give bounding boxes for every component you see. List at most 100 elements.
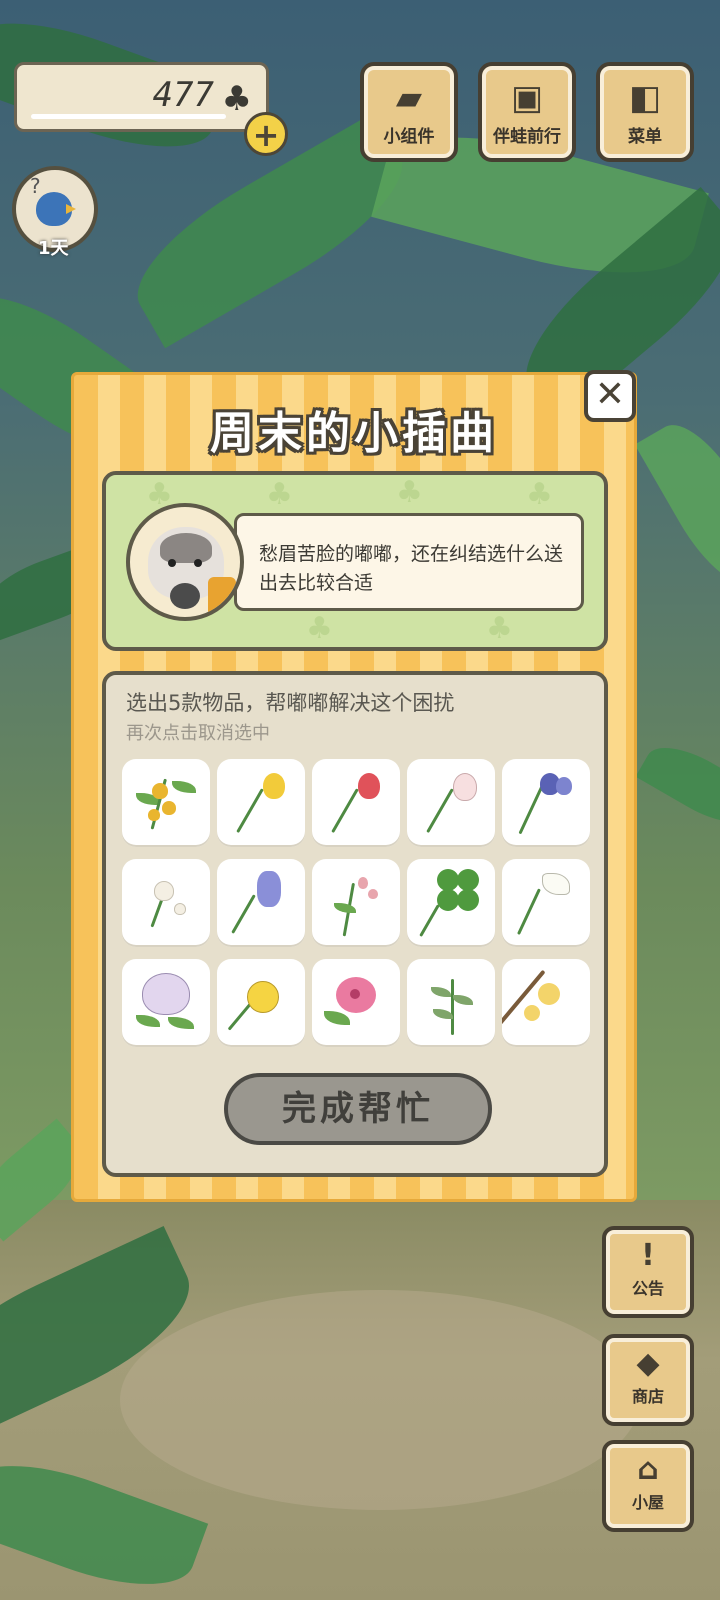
item-selection-panel: 选出5款物品，帮嘟嘟解决这个困扰 再次点击取消选中 完成帮忙: [102, 671, 608, 1177]
item-dandelion[interactable]: [122, 859, 210, 947]
flower-bloom: [152, 783, 168, 799]
clover-pattern-icon: ♣: [306, 611, 333, 646]
flower-bloom: [162, 801, 176, 815]
dialog-title: 周末的小插曲: [210, 408, 498, 459]
item-osmanthus[interactable]: [122, 759, 210, 847]
clover-pattern-icon: ♣: [396, 475, 423, 510]
counter-underline: [31, 114, 226, 119]
flower-bloom: [368, 889, 378, 899]
item-iris[interactable]: [502, 759, 590, 847]
announcement-button[interactable]: ! 公告: [602, 1226, 694, 1318]
item-four-leaf-clover[interactable]: [407, 859, 495, 947]
clover-leaf: [457, 869, 479, 891]
item-hyacinth[interactable]: [217, 859, 305, 947]
shop-button[interactable]: ◆ 商店: [602, 1334, 694, 1426]
clover-icon: ♣: [221, 79, 252, 119]
exclamation-icon: !: [641, 1238, 655, 1273]
house-icon: ⌂: [637, 1452, 659, 1487]
flower-bloom: [453, 773, 477, 801]
flower-bloom: [247, 981, 279, 1013]
leaf-shape: [136, 1015, 160, 1027]
map-icon: ▣: [510, 78, 544, 118]
house-button[interactable]: ⌂ 小屋: [602, 1440, 694, 1532]
clover-pattern-icon: ♣: [486, 611, 513, 646]
flower-bloom: [524, 1005, 540, 1021]
flower-bloom: [154, 881, 174, 901]
finish-help-button[interactable]: 完成帮忙: [224, 1073, 492, 1145]
house-label: 小屋: [631, 1493, 664, 1512]
leaf-shape: [168, 1017, 194, 1029]
question-icon: ?: [30, 174, 41, 198]
bag-icon: ◆: [636, 1346, 660, 1381]
item-wintersweet[interactable]: [502, 959, 590, 1047]
item-yellow-tulip[interactable]: [217, 759, 305, 847]
flower-bloom: [142, 973, 190, 1015]
dirt-path: [120, 1290, 640, 1510]
item-lilac[interactable]: [122, 959, 210, 1047]
stem: [419, 904, 440, 937]
flower-bloom: [538, 983, 560, 1005]
flower-bloom: [257, 871, 281, 907]
menu-icon: ◧: [628, 78, 662, 118]
item-pink-hibiscus[interactable]: [312, 959, 400, 1047]
event-dialog: 周末的小插曲 ♣ ♣ ♣ ♣ ♣ ♣ 愁眉苦脸的嘟嘟，还在纠结选什么送出去比较合…: [71, 372, 637, 1202]
leaf: [635, 733, 720, 837]
item-grid: [122, 759, 592, 1047]
widget-button[interactable]: ▰ 小组件: [360, 62, 458, 162]
widget-button-label: 小组件: [383, 127, 435, 147]
hamster-portrait: [126, 503, 244, 621]
item-lily[interactable]: [502, 859, 590, 947]
hamster-eye: [168, 559, 176, 567]
flower-bloom: [358, 877, 368, 889]
menu-button-label: 菜单: [628, 127, 662, 147]
item-green-herb[interactable]: [407, 959, 495, 1047]
flower-bloom: [556, 777, 572, 795]
flower-bloom: [263, 773, 285, 799]
stem: [517, 888, 541, 935]
add-clover-button[interactable]: +: [244, 112, 288, 156]
item-white-tulip[interactable]: [407, 759, 495, 847]
leaf: [634, 409, 720, 601]
beak: [66, 204, 76, 214]
flower-bloom: [542, 873, 570, 895]
leaf-shape: [172, 781, 196, 793]
clover-pattern-icon: ♣: [266, 477, 293, 512]
flower-bloom: [174, 903, 186, 915]
hamster-fur-patch: [160, 533, 212, 563]
hamster-vest: [208, 577, 236, 617]
shop-label: 商店: [631, 1387, 664, 1406]
item-pink-sprig[interactable]: [312, 859, 400, 947]
leaf-shape: [453, 995, 473, 1005]
stem: [426, 788, 454, 834]
leaf-shape: [334, 903, 356, 913]
leaf-shape: [431, 987, 451, 997]
clover-counter: 477 ♣: [14, 62, 269, 132]
stem: [451, 979, 454, 1035]
clover-leaf: [437, 869, 459, 891]
announcement-label: 公告: [631, 1279, 664, 1298]
instruction-text: 选出5款物品，帮嘟嘟解决这个困扰: [126, 691, 455, 715]
sub-instruction-text: 再次点击取消选中: [126, 723, 270, 744]
stem: [231, 894, 256, 934]
leaf-shape: [324, 1011, 350, 1025]
clover-leaf: [457, 889, 479, 911]
item-red-tulip[interactable]: [312, 759, 400, 847]
menu-button[interactable]: ◧ 菜单: [596, 62, 694, 162]
clover-pattern-icon: ♣: [526, 477, 553, 512]
leaf-shape: [433, 1009, 453, 1019]
clover-leaf: [437, 889, 459, 911]
close-dialog-button[interactable]: ✕: [584, 370, 636, 422]
story-panel: ♣ ♣ ♣ ♣ ♣ ♣ 愁眉苦脸的嘟嘟，还在纠结选什么送出去比较合适: [102, 471, 608, 651]
clover-count: 477: [152, 75, 214, 115]
travel-button[interactable]: ▣ 伴蛙前行: [478, 62, 576, 162]
flower-bloom: [358, 773, 380, 799]
story-text: 愁眉苦脸的嘟嘟，还在纠结选什么送出去比较合适: [234, 513, 584, 611]
day-counter: 1天: [38, 238, 69, 259]
flower-center: [350, 989, 360, 999]
flower-bloom: [148, 809, 160, 821]
widget-icon: ▰: [395, 78, 423, 118]
item-buttercup[interactable]: [217, 959, 305, 1047]
sunflower-seed: [170, 583, 200, 609]
hamster-eye: [194, 559, 202, 567]
stem: [331, 788, 359, 834]
